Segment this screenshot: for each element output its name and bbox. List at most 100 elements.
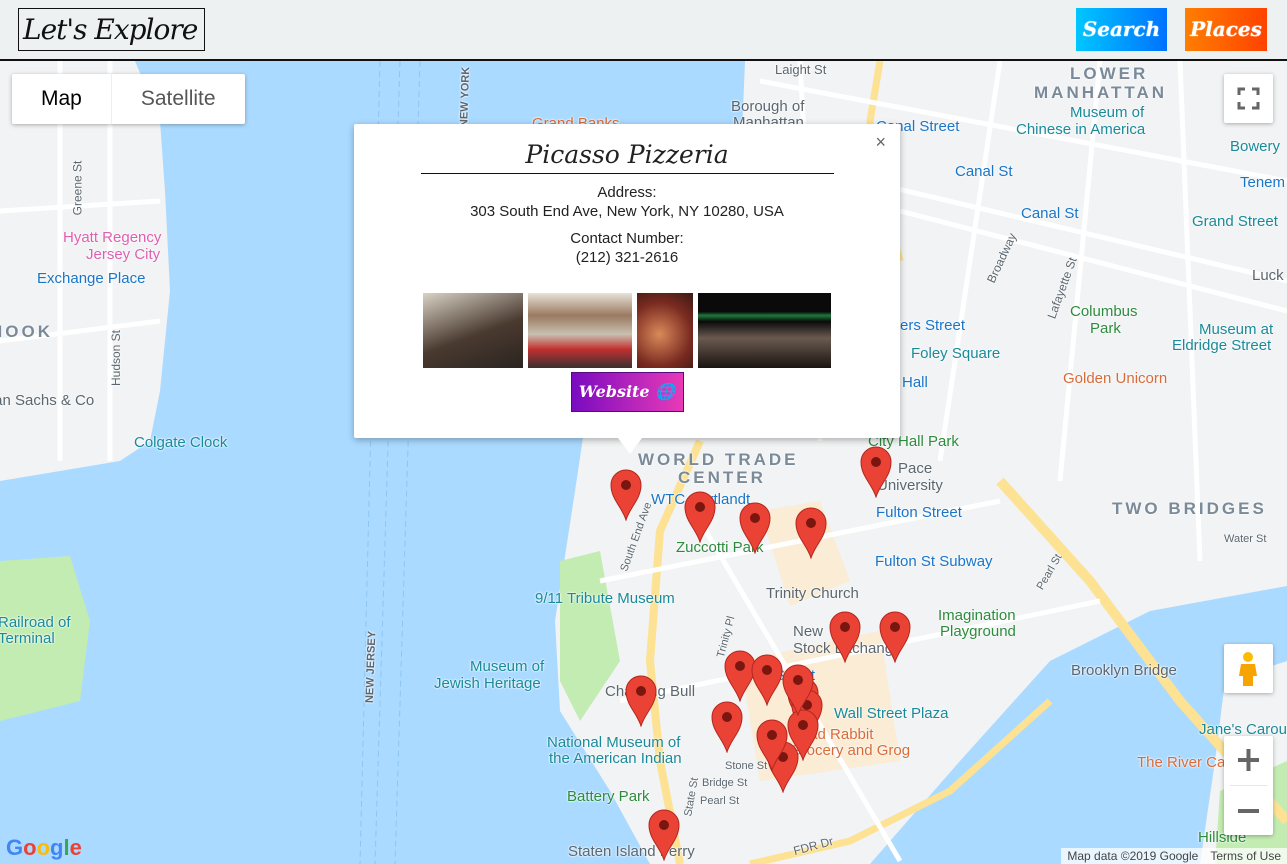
contact-label: Contact Number: <box>570 230 684 247</box>
map-type-satellite-button[interactable]: Satellite <box>110 74 245 124</box>
map-label: Canal St <box>1021 205 1079 222</box>
google-logo[interactable]: Google <box>6 835 82 861</box>
map-label: Luck <box>1252 267 1284 284</box>
website-button[interactable]: Website 🌐 <box>570 372 684 412</box>
marker-pin-icon <box>739 502 771 554</box>
map-label: Hall <box>902 374 928 391</box>
app-header: Let's Explore Search Places <box>0 0 1287 61</box>
marker-pin-icon <box>648 809 680 861</box>
close-icon[interactable]: × <box>875 132 886 153</box>
map-label: Park <box>1090 320 1121 337</box>
app-logo[interactable]: Let's Explore <box>18 8 205 51</box>
map-data-text: Map data ©2019 Google <box>1067 849 1199 863</box>
map-label: LOWER <box>1070 64 1149 83</box>
marker-pin-icon <box>684 491 716 543</box>
map-label: MANHATTAN <box>1034 83 1168 102</box>
map-label: NEW YORK <box>458 66 473 128</box>
address-value: 303 South End Ave, New York, NY 10280, U… <box>470 203 784 220</box>
zoom-control <box>1224 736 1273 835</box>
map-label: Eldridge Street <box>1172 337 1272 354</box>
map-label: National Museum of <box>547 734 681 751</box>
map-label: Playground <box>940 623 1016 640</box>
map-label: New <box>793 623 824 640</box>
info-window: × Picasso Pizzeria Address: 303 South En… <box>354 124 900 454</box>
photo-pizza-counter[interactable] <box>528 293 632 368</box>
map-label: Fulton St Subway <box>875 553 993 570</box>
map-attribution: Map data ©2019 Google Terms of Use <box>1061 848 1287 864</box>
map-label: Laight St <box>775 62 827 77</box>
map-label: Brooklyn Bridge <box>1071 662 1177 679</box>
marker-pin-icon <box>782 664 814 716</box>
fullscreen-icon <box>1237 87 1260 110</box>
marker-pin-icon <box>751 654 783 706</box>
map-label: Fulton Street <box>876 504 962 521</box>
marker-pin-icon <box>879 611 911 663</box>
marker-pin-icon <box>860 446 892 498</box>
fullscreen-button[interactable] <box>1224 74 1273 123</box>
pegman-icon <box>1239 652 1257 686</box>
address-label: Address: <box>597 184 657 201</box>
map-label: Museum at <box>1199 321 1274 338</box>
map-label: Wall Street Plaza <box>834 705 949 722</box>
zoom-in-button[interactable] <box>1224 736 1273 785</box>
map-label: Borough of <box>731 98 805 115</box>
terms-link[interactable]: Terms of Use <box>1210 849 1281 863</box>
map-label: Bowery <box>1230 138 1281 155</box>
map-label: Canal St <box>955 163 1013 180</box>
map-type-control: Map Satellite <box>12 74 245 124</box>
map-label: Imagination <box>938 607 1016 624</box>
map-label: Battery Park <box>567 788 650 805</box>
map-label: 9/11 Tribute Museum <box>535 590 675 607</box>
map-label: Hudson St <box>109 329 124 387</box>
map-label: Goldman Sachs & Co <box>0 392 95 409</box>
map-label: Golden Unicorn <box>1063 370 1168 387</box>
map-label: Water St <box>1224 533 1267 545</box>
map-label: NEW JERSEY <box>363 630 379 704</box>
map-label: Jewish Heritage <box>434 675 541 692</box>
map-label: CENTER <box>678 468 766 487</box>
photo-storefront-night[interactable] <box>698 293 831 368</box>
map-label: WORLD TRADE <box>638 450 799 469</box>
map-label: The River Cafe <box>1137 754 1238 771</box>
map-label: HOOK <box>0 322 53 341</box>
map-label: Museum of <box>1070 104 1145 121</box>
map-label: TWO BRIDGES <box>1112 499 1267 518</box>
photo-dining-room[interactable] <box>423 293 523 368</box>
map-label: Foley Square <box>911 345 1001 362</box>
marker-pin-icon <box>610 469 642 521</box>
map-canvas[interactable]: LOWER MANHATTAN Museum of Chinese in Ame… <box>0 61 1287 864</box>
marker-pin-icon <box>756 719 788 771</box>
street-view-pegman[interactable] <box>1224 644 1273 693</box>
map-label: Tenem <box>1240 174 1286 191</box>
map-label: Hyatt Regency <box>63 229 162 246</box>
map-label: Exchange Place <box>37 270 146 287</box>
marker-pin-icon <box>829 611 861 663</box>
places-button[interactable]: Places <box>1185 8 1267 51</box>
map-label: Pearl St <box>700 795 740 807</box>
contact-value: (212) 321-2616 <box>575 249 679 266</box>
map-label: Museum of <box>470 658 545 675</box>
map-label: Bridge St <box>702 777 748 789</box>
map-label: Colgate Clock <box>134 434 228 451</box>
map-label: Trinity Church <box>766 585 859 602</box>
search-button[interactable]: Search <box>1076 8 1167 51</box>
map-type-map-button[interactable]: Map <box>12 74 111 124</box>
map-label: Greene St <box>70 160 85 216</box>
marker-pin-icon <box>625 675 657 727</box>
map-label: Grand Street <box>1192 213 1278 230</box>
zoom-out-button[interactable] <box>1224 786 1273 835</box>
marker-pin-icon <box>795 507 827 559</box>
map-label: Columbus <box>1070 303 1138 320</box>
map-label: Jersey City <box>86 246 161 263</box>
map-label: the American Indian <box>549 750 682 767</box>
marker-pin-icon <box>711 701 743 753</box>
photo-pizza-slice[interactable] <box>637 293 693 368</box>
map-label: Chinese in America <box>1016 121 1146 138</box>
globe-icon: 🌐 <box>655 382 676 401</box>
map-label: Railroad of <box>0 614 71 631</box>
map-label: Pace <box>898 460 933 477</box>
map-label: Terminal <box>0 630 55 647</box>
map-label: ers Street <box>900 317 966 334</box>
photo-strip <box>354 293 900 368</box>
place-title: Picasso Pizzeria <box>420 140 834 174</box>
